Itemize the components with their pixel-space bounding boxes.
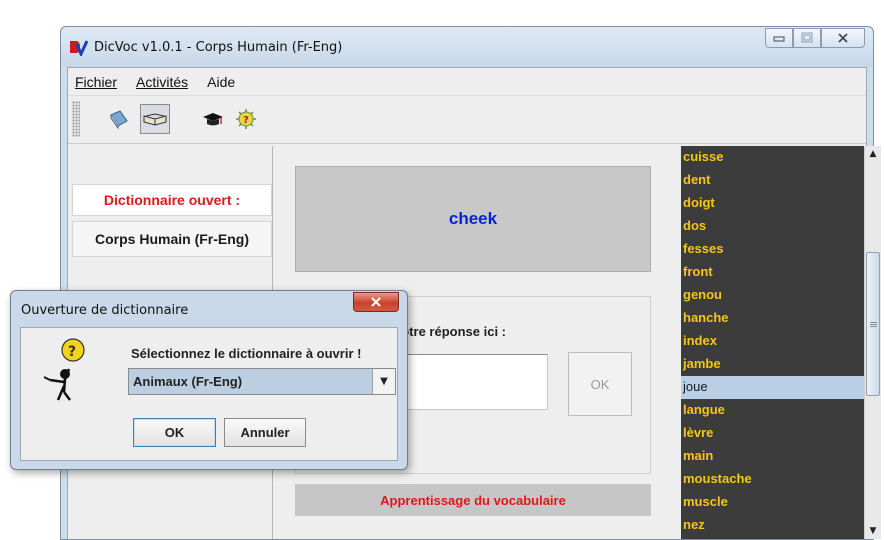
- menu-activites-label: Activités: [136, 73, 189, 90]
- dialog-body: ? Sélectionnez le dictionnaire à ouvrir …: [20, 327, 398, 461]
- close-icon: [371, 297, 381, 307]
- word-list-item[interactable]: hanche: [681, 307, 864, 330]
- open-book-button[interactable]: [140, 104, 170, 134]
- dictionary-select[interactable]: Animaux (Fr-Eng) ▼: [128, 368, 396, 395]
- close-icon: [838, 33, 848, 43]
- open-dictionary-dialog: Ouverture de dictionnaire ? Sélectionnez…: [10, 290, 408, 470]
- dialog-prompt: Sélectionnez le dictionnaire à ouvrir !: [131, 346, 362, 361]
- menu-aide-label: Aide: [207, 73, 236, 90]
- menu-fichier[interactable]: Fichier: [75, 74, 117, 90]
- chevron-down-icon[interactable]: ▼: [372, 369, 395, 394]
- closed-book-button[interactable]: [104, 104, 134, 134]
- thinking-figure-icon: ?: [43, 338, 85, 401]
- scroll-down-arrow-icon[interactable]: ▼: [865, 523, 881, 539]
- graduation-cap-icon: [203, 113, 223, 126]
- dialog-cancel-button[interactable]: Annuler: [224, 418, 306, 447]
- scrollbar-thumb[interactable]: [866, 252, 880, 396]
- word-list-item[interactable]: muscle: [681, 491, 864, 514]
- word-list-item[interactable]: fesses: [681, 238, 864, 261]
- maximize-icon: [801, 32, 813, 43]
- word-list-item[interactable]: doigt: [681, 192, 864, 215]
- word-list-item[interactable]: genou: [681, 284, 864, 307]
- word-list[interactable]: cuisse dent doigt dos fesses front genou…: [681, 146, 864, 539]
- menu-bar: Fichier Activités Aide: [68, 68, 866, 95]
- quiz-icon: ?: [236, 109, 256, 129]
- toolbar-separator: [68, 143, 866, 144]
- window-controls: [765, 28, 865, 48]
- minimize-button[interactable]: [765, 28, 793, 48]
- scrollbar-grip-icon: [869, 321, 877, 327]
- word-list-item[interactable]: nez: [681, 514, 864, 537]
- word-list-item[interactable]: index: [681, 330, 864, 353]
- dictionary-select-value: Animaux (Fr-Eng): [133, 374, 243, 389]
- word-list-item[interactable]: front: [681, 261, 864, 284]
- toolbar: ?: [68, 95, 866, 140]
- menu-aide[interactable]: Aide: [207, 74, 235, 90]
- svg-text:?: ?: [68, 344, 76, 360]
- submit-answer-button[interactable]: OK: [568, 352, 632, 416]
- closed-book-icon: [110, 110, 128, 129]
- dictionary-name: Corps Humain (Fr-Eng): [72, 221, 272, 257]
- scroll-up-arrow-icon[interactable]: ▲: [865, 146, 881, 162]
- toolbar-grip[interactable]: [72, 101, 80, 137]
- word-list-item[interactable]: dos: [681, 215, 864, 238]
- minimize-icon: [773, 36, 785, 42]
- dictionary-status-label: Dictionnaire ouvert :: [72, 184, 272, 216]
- svg-text:?: ?: [243, 115, 249, 126]
- quiz-button[interactable]: ?: [231, 104, 261, 134]
- dialog-close-button[interactable]: [353, 292, 399, 312]
- mode-label: Apprentissage du vocabulaire: [295, 484, 651, 516]
- close-button[interactable]: [821, 28, 865, 48]
- window-title: DicVoc v1.0.1 - Corps Humain (Fr-Eng): [94, 40, 343, 55]
- word-list-item[interactable]: langue: [681, 399, 864, 422]
- menu-activites[interactable]: Activités: [136, 74, 188, 90]
- word-list-item-selected[interactable]: joue: [681, 376, 864, 399]
- current-word-display: cheek: [295, 166, 651, 272]
- word-list-item[interactable]: jambe: [681, 353, 864, 376]
- word-list-item[interactable]: dent: [681, 169, 864, 192]
- menu-fichier-label: Fichier: [75, 73, 118, 90]
- maximize-button[interactable]: [793, 28, 821, 48]
- open-book-icon: [143, 113, 167, 126]
- word-list-item[interactable]: cuisse: [681, 146, 864, 169]
- word-list-item[interactable]: main: [681, 445, 864, 468]
- dialog-ok-button[interactable]: OK: [133, 418, 216, 447]
- word-list-item[interactable]: lèvre: [681, 422, 864, 445]
- word-list-item[interactable]: moustache: [681, 468, 864, 491]
- dicvoc-app-icon: [70, 40, 88, 56]
- dialog-title: Ouverture de dictionnaire: [21, 303, 189, 318]
- word-list-scrollbar[interactable]: ▲ ▼: [864, 146, 881, 539]
- graduation-cap-button[interactable]: [198, 104, 228, 134]
- title-bar[interactable]: DicVoc v1.0.1 - Corps Humain (Fr-Eng): [61, 27, 873, 67]
